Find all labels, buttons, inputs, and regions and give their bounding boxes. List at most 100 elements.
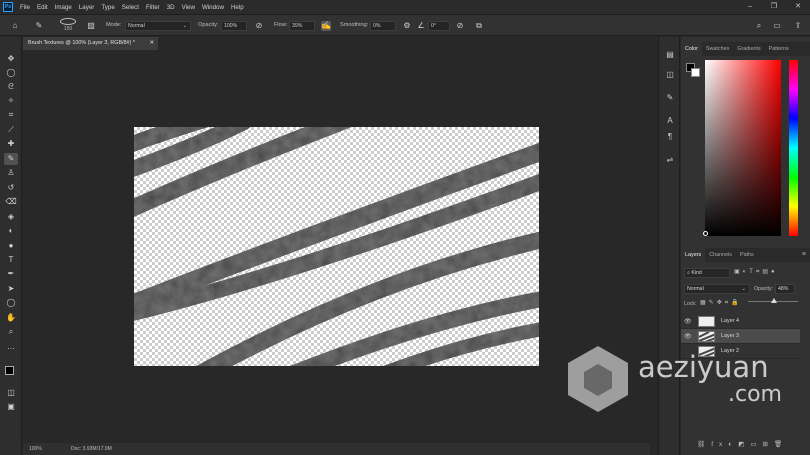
pressure-size-icon[interactable]: ⊘ (455, 21, 465, 31)
foreground-color-swatch[interactable] (5, 366, 14, 375)
healing-tool-icon[interactable]: ✚ (4, 138, 18, 150)
smoothing-field[interactable]: 0% (370, 21, 396, 31)
path-select-tool-icon[interactable]: ➤ (4, 283, 18, 295)
menu-type[interactable]: Type (101, 4, 114, 11)
brush-settings-icon[interactable]: ▨ (86, 21, 96, 31)
mode-select[interactable]: Normal ⌄ (125, 21, 191, 31)
document-tab[interactable]: Brush Textures @ 100% (Layer 3, RGB/8#) … (23, 37, 158, 50)
tab-gradients[interactable]: Gradients (733, 42, 764, 56)
menu-view[interactable]: View (182, 4, 195, 11)
history-icon[interactable]: ▤ (663, 49, 677, 61)
paragraph-icon[interactable]: ¶ (663, 131, 677, 143)
workspace-icon[interactable]: ▭ (772, 21, 782, 31)
flow-label: Flow: (274, 22, 288, 28)
tab-close-icon[interactable]: ✕ (149, 37, 154, 50)
quick-select-tool-icon[interactable]: ✧ (4, 95, 18, 107)
symmetry-icon[interactable]: ⧉ (474, 21, 484, 31)
share-icon[interactable]: ⇪ (793, 21, 803, 31)
crop-tool-icon[interactable]: ⌗ (4, 109, 18, 121)
layer-thumbnail (698, 331, 715, 342)
tab-channels[interactable]: Channels (705, 248, 736, 262)
shape-tool-icon[interactable]: ◯ (4, 297, 18, 309)
pen-tool-icon[interactable]: ✒ (4, 268, 18, 280)
layer-opacity-field[interactable]: 48% (775, 284, 795, 294)
tab-paths[interactable]: Paths (736, 248, 758, 262)
minimize-button[interactable]: – (738, 0, 762, 14)
menu-help[interactable]: Help (231, 4, 244, 11)
menu-select[interactable]: Select (122, 4, 139, 11)
brush-size-label: 150 (63, 26, 73, 32)
opacity-slider-thumb[interactable] (771, 298, 777, 303)
menu-layer[interactable]: Layer (79, 4, 94, 11)
tab-patterns[interactable]: Patterns (765, 42, 793, 56)
menu-image[interactable]: Image (55, 4, 72, 11)
close-button[interactable]: ✕ (786, 0, 810, 14)
tab-color[interactable]: Color (681, 42, 702, 56)
hue-slider[interactable] (789, 60, 798, 236)
home-icon[interactable]: ⌂ (10, 21, 20, 31)
doc-info: Doc: 3.93M/17.9M (71, 446, 112, 452)
lasso-tool-icon[interactable]: ᘓ (4, 81, 18, 93)
layers-panel-tabs: Layers Channels Paths ≡ (681, 248, 810, 262)
airbrush-icon[interactable]: ✍ (321, 21, 331, 31)
adjustments-icon[interactable]: ◫ (663, 69, 677, 81)
screen-mode-icon[interactable]: ▣ (4, 401, 18, 413)
menu-edit[interactable]: Edit (37, 4, 48, 11)
tab-layers[interactable]: Layers (681, 248, 706, 262)
menu-window[interactable]: Window (202, 4, 224, 11)
brush-tool-preset-icon[interactable]: ✎ (34, 21, 44, 31)
marquee-tool-icon[interactable]: ◯ (4, 67, 18, 79)
history-brush-tool-icon[interactable]: ↺ (4, 182, 18, 194)
blend-mode-select[interactable]: Normal ⌄ (684, 284, 750, 294)
color-picker-cursor[interactable] (703, 231, 708, 236)
visibility-eye-icon[interactable]: 👁 (684, 318, 692, 325)
menu-file[interactable]: File (20, 4, 30, 11)
brush-panel-icon[interactable]: ✎ (663, 92, 677, 104)
move-tool-icon[interactable]: ✥ (4, 53, 18, 65)
lock-icons[interactable]: ▦✎✥⌗🔒 (700, 299, 745, 308)
menu-3d[interactable]: 3D (167, 4, 175, 11)
eyedropper-tool-icon[interactable]: ⟋ (4, 124, 18, 136)
hand-tool-icon[interactable]: ✋ (4, 312, 18, 324)
document-canvas[interactable] (134, 127, 539, 366)
color-picker-field[interactable] (705, 60, 781, 236)
zoom-tool-icon[interactable]: ⌕ (4, 326, 18, 338)
opacity-label: Opacity: (198, 22, 219, 28)
flow-field[interactable]: 39% (289, 21, 315, 31)
gear-icon[interactable]: ⚙ (402, 21, 412, 31)
layers-bottom-buttons[interactable]: ⛓fx◐◩▭⊞🗑 (697, 440, 802, 450)
tab-swatches[interactable]: Swatches (702, 42, 733, 56)
opacity-field[interactable]: 100% (221, 21, 247, 31)
search-icon[interactable]: ⌕ (754, 21, 764, 31)
restore-button[interactable]: ❐ (762, 0, 786, 14)
brush-tip-icon (60, 18, 76, 25)
zoom-level[interactable]: 100% (29, 443, 42, 455)
layer-filter-icons[interactable]: ▣◐T⌗▤● (734, 268, 804, 278)
layer-row[interactable]: 👁 Layer 3 (681, 329, 800, 344)
photoshop-logo-icon: Ps (3, 2, 13, 12)
blur-tool-icon[interactable]: ◐ (4, 225, 18, 237)
more-tools-icon[interactable]: … (4, 341, 18, 353)
visibility-eye-icon[interactable]: 👁 (684, 333, 692, 340)
eraser-tool-icon[interactable]: ⌫ (4, 196, 18, 208)
pressure-opacity-icon[interactable]: ⊘ (254, 21, 264, 31)
menu-filter[interactable]: Filter (146, 4, 160, 11)
bg-color-swatch[interactable] (691, 68, 700, 77)
layer-row[interactable]: 👁 Layer 4 (681, 314, 800, 329)
stamp-tool-icon[interactable]: ♙ (4, 167, 18, 179)
panel-menu-icon[interactable]: ≡ (802, 248, 806, 262)
watermark: aeziyuan .com (566, 344, 806, 414)
paint-bucket-tool-icon[interactable]: ◈ (4, 211, 18, 223)
quick-mask-icon[interactable]: ◫ (4, 387, 18, 399)
properties-icon[interactable]: ⇌ (663, 154, 677, 166)
brush-tool-icon[interactable]: ✎ (4, 153, 18, 165)
type-tool-icon[interactable]: T (4, 254, 18, 266)
watermark-text: aeziyuan (638, 350, 769, 384)
layer-filter-select[interactable]: ⌕ Kind (684, 268, 730, 278)
layer-name: Layer 4 (721, 318, 739, 324)
angle-field[interactable]: 0° (428, 21, 450, 31)
character-icon[interactable]: A (663, 115, 677, 127)
brush-preset-picker[interactable]: 150 (58, 18, 78, 34)
layer-opacity-label: Opacity: (754, 286, 774, 292)
dodge-tool-icon[interactable]: ● (4, 240, 18, 252)
